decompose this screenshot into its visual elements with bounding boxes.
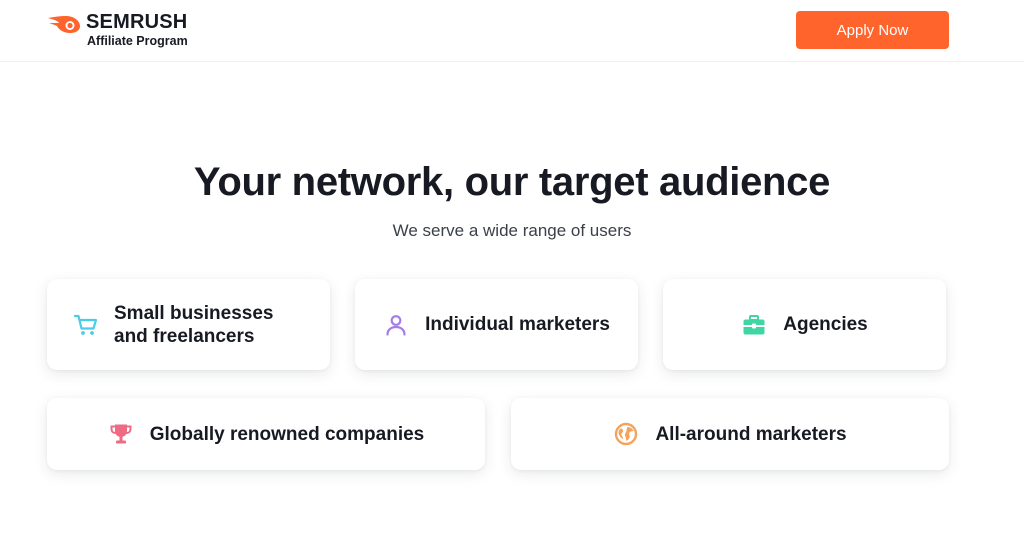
audience-card-individual-marketers: Individual marketers [355,279,638,370]
page: SEMRUSH Affiliate Program Apply Now Your… [0,0,1024,535]
person-icon [386,314,406,336]
audience-label: All-around marketers [655,423,847,445]
audience-label: Globally renowned companies [149,423,425,445]
site-header: SEMRUSH Affiliate Program Apply Now [0,0,1024,62]
trophy-icon [110,424,132,444]
semrush-logo[interactable]: SEMRUSH Affiliate Program [46,12,188,48]
semrush-flame-icon [48,16,80,33]
audience-card-all-around-marketers: All-around marketers [511,398,949,470]
apply-now-button[interactable]: Apply Now [796,11,949,49]
audience-label: Individual marketers [425,314,610,335]
audience-card-global-companies: Globally renowned companies [47,398,485,470]
page-subtitle: We serve a wide range of users [392,221,632,240]
audience-card-small-businesses: Small businesses and freelancers [47,279,330,370]
audience-label: Agencies [783,314,868,335]
cart-icon [73,314,98,335]
brand-subtitle: Affiliate Program [87,34,188,48]
audience-label: Small businesses and freelancers [114,302,274,347]
globe-icon [615,422,638,446]
audience-card-agencies: Agencies [663,279,946,370]
brand-name: SEMRUSH [86,11,188,33]
briefcase-icon [743,314,765,334]
page-title: Your network, our target audience [193,160,831,204]
